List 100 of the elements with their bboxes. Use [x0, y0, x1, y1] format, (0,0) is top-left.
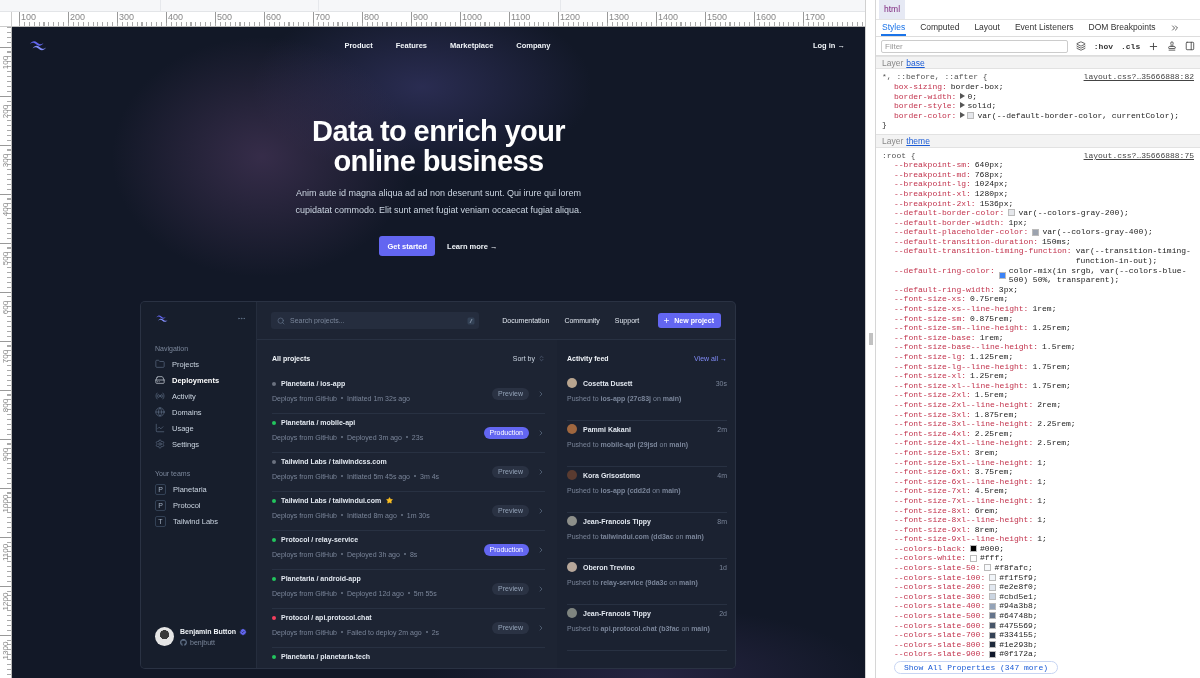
layer-link[interactable]: theme	[906, 135, 930, 146]
property-value: #0f172a;	[999, 649, 1038, 659]
more-tabs-icon[interactable]	[1169, 23, 1180, 34]
color-swatch[interactable]	[989, 602, 997, 610]
property-name: --colors-slate-50:	[894, 563, 981, 573]
chevron-icon[interactable]	[537, 507, 545, 515]
property-name: --colors-slate-500:	[894, 611, 986, 621]
layer-link[interactable]: base	[906, 57, 925, 68]
expand-icon[interactable]	[960, 92, 966, 99]
tab[interactable]: DOM Breakpoints	[1087, 20, 1157, 37]
source-link[interactable]: layout.css?…35666888:75	[1083, 150, 1194, 161]
property-name: --default-border-color:	[894, 208, 1005, 218]
logo-icon	[28, 39, 48, 51]
toggle-button[interactable]: :hov	[1093, 41, 1113, 51]
property-value: 1rem;	[979, 332, 1004, 343]
property-value: 1.25rem;	[1032, 323, 1071, 333]
filter-field[interactable]: Filter	[881, 39, 1068, 53]
layer-label: Layer	[882, 135, 904, 146]
color-swatch[interactable]	[967, 112, 975, 120]
property-value: #64748b;	[999, 611, 1038, 621]
chevron-icon[interactable]	[537, 390, 545, 398]
property-value: 1280px;	[974, 188, 1009, 199]
property-name: --font-size-xs--line-height:	[894, 304, 1029, 314]
property-name: border-style:	[894, 101, 957, 111]
splitter[interactable]	[865, 0, 875, 678]
property-value: var(--default-border-color, currentColor);	[977, 110, 1180, 121]
property-value: #e2e8f0;	[999, 582, 1038, 592]
tab[interactable]: Computed	[919, 20, 961, 37]
color-swatch[interactable]	[989, 621, 997, 629]
property-value: 2.5rem;	[1037, 438, 1071, 448]
breadcrumb[interactable]: html	[879, 0, 906, 19]
ruler-label: 100	[19, 12, 68, 23]
ruler-label: 400	[1, 202, 10, 217]
property-name: --breakpoint-md:	[894, 169, 971, 180]
sidebar-toggle-icon[interactable]	[1185, 41, 1195, 52]
show-all-button[interactable]: Show All Properties (347 more)	[894, 661, 1059, 674]
chevron-icon[interactable]	[537, 585, 545, 593]
property-value: #f8fafc;	[994, 563, 1033, 573]
toggle-button[interactable]: .cls	[1121, 41, 1141, 51]
stamp-icon[interactable]	[1167, 41, 1178, 52]
property-value: 1024px;	[974, 179, 1009, 189]
expand-icon[interactable]	[960, 102, 966, 109]
property-value: 1.125rem;	[970, 352, 1014, 362]
plus-icon[interactable]	[1148, 40, 1160, 52]
color-swatch[interactable]	[989, 631, 997, 639]
tab[interactable]: Layout	[973, 20, 1001, 37]
chevron-icon[interactable]	[537, 429, 545, 437]
property-value: 1.5rem;	[974, 390, 1009, 400]
property-name: --font-size-5xl:	[894, 447, 971, 458]
color-swatch[interactable]	[998, 271, 1006, 279]
property-value: color-mix(in srgb, var(--colors-blue-500) 50%, transparent);	[1008, 265, 1188, 285]
tray-icon	[155, 375, 165, 385]
property-name: --font-size-3xl:	[894, 409, 971, 420]
property-name: --default-transition-duration:	[894, 236, 1039, 247]
property-name: --breakpoint-xl:	[894, 188, 971, 199]
ruler-label: 1600	[754, 12, 803, 23]
property-value: 1.5rem;	[1042, 342, 1076, 352]
ruler-label: 700	[313, 12, 362, 23]
chevron-icon[interactable]	[537, 468, 545, 476]
property-value: 2.25rem;	[974, 428, 1014, 439]
color-swatch[interactable]	[989, 612, 997, 620]
avatar	[567, 378, 577, 388]
property-name: --font-size-xl--line-height:	[894, 380, 1029, 391]
property-name: --colors-slate-800:	[894, 639, 986, 650]
grip-icon	[868, 333, 873, 345]
property-name: --font-size-5xl--line-height:	[894, 457, 1034, 468]
color-swatch[interactable]	[970, 554, 977, 562]
ruler-label: 1100	[1, 543, 10, 562]
color-swatch[interactable]	[989, 641, 997, 649]
ruler-label: 1700	[803, 12, 852, 23]
hero-heading: Data to enrich your online business	[311, 116, 566, 176]
source-link[interactable]: layout.css?…35666888:82	[1083, 72, 1194, 82]
layers-icon[interactable]	[1075, 41, 1086, 52]
ruler-label: 1500	[705, 12, 754, 23]
property-name: border-width:	[894, 91, 957, 102]
property-value: 640px;	[974, 160, 1004, 170]
ruler-label: 900	[411, 12, 460, 23]
property-name: --default-border-width:	[894, 217, 1005, 228]
color-swatch[interactable]	[989, 650, 997, 658]
expand-icon[interactable]	[960, 111, 966, 118]
color-swatch[interactable]	[1032, 228, 1040, 236]
more-icon[interactable]	[237, 314, 246, 323]
color-swatch[interactable]	[989, 583, 997, 591]
color-swatch[interactable]	[970, 545, 977, 553]
ruler-label: 1400	[656, 12, 705, 23]
property-value: 1.75rem;	[1032, 361, 1071, 372]
property-value: #f1f5f9;	[999, 572, 1038, 583]
property-value: #475569;	[999, 620, 1038, 631]
property-value: 1;	[1037, 495, 1047, 506]
color-swatch[interactable]	[989, 573, 997, 581]
property-name: --colors-slate-300:	[894, 591, 986, 602]
avatar	[155, 627, 174, 646]
tab[interactable]: Styles	[881, 20, 907, 37]
color-swatch[interactable]	[1008, 209, 1016, 217]
color-swatch[interactable]	[989, 593, 997, 601]
chevron-icon[interactable]	[537, 624, 545, 632]
property-value: 1.25rem;	[970, 371, 1009, 381]
chevron-icon[interactable]	[537, 546, 545, 554]
color-swatch[interactable]	[984, 564, 992, 572]
tab[interactable]: Event Listeners	[1013, 20, 1075, 37]
